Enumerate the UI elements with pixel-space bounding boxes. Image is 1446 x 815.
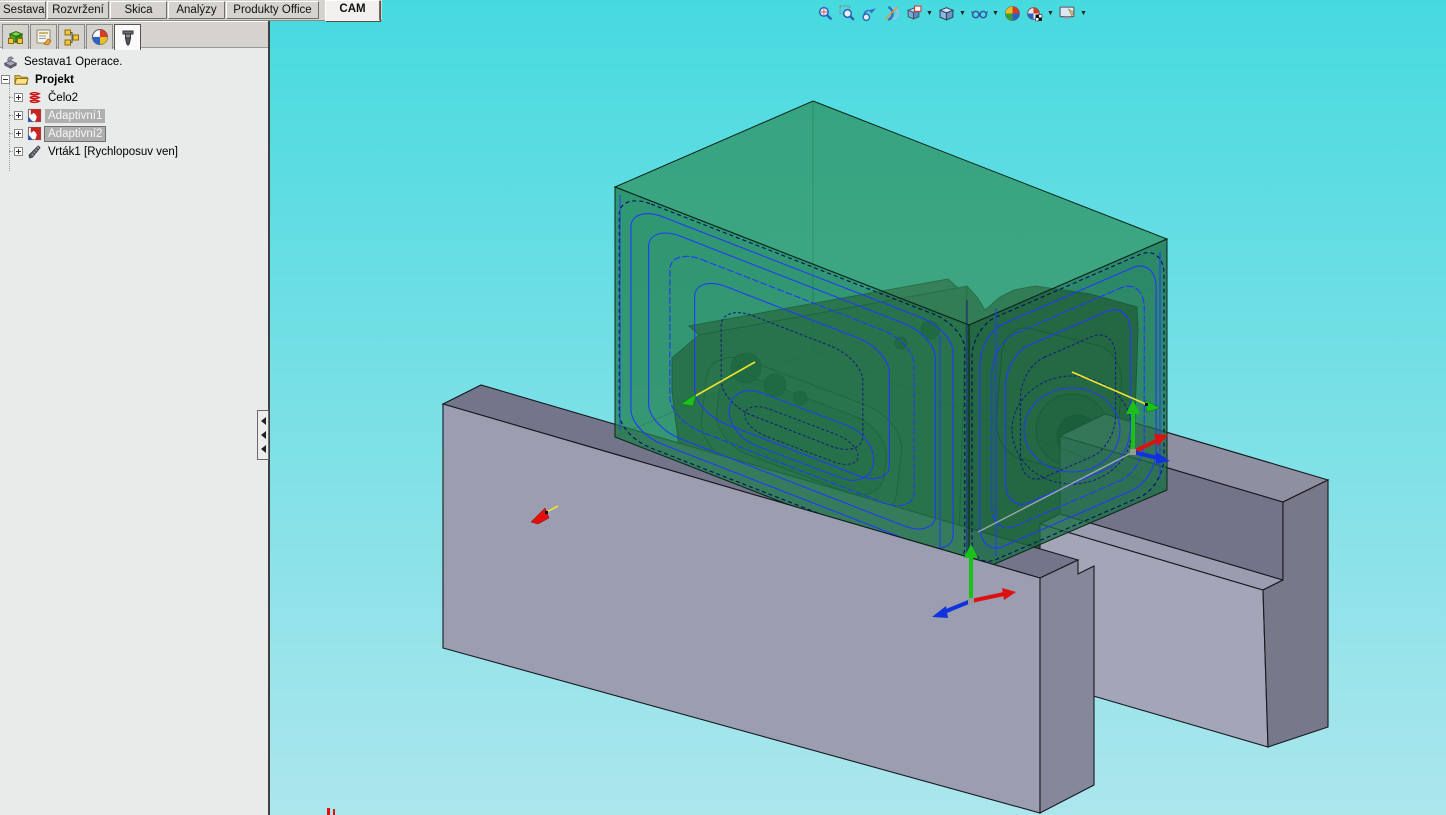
tree-item-label: Adaptivní2: [45, 127, 105, 141]
property-manager-icon: [35, 28, 53, 46]
panel-tab-cam-tree[interactable]: [114, 24, 141, 50]
tree-item-sestava1-operace[interactable]: Sestava1 Operace.: [3, 53, 125, 70]
tree-connector: [9, 97, 15, 98]
panel-tab-property-manager[interactable]: [30, 24, 57, 49]
hide-show-items-button[interactable]: [968, 3, 990, 23]
configuration-icon: [63, 28, 81, 46]
panel-tab-feature-tree[interactable]: [2, 24, 29, 49]
hide-show-items-icon: [971, 5, 988, 22]
zoom-area-button[interactable]: [836, 3, 858, 23]
dropdown-caret-icon[interactable]: ▼: [957, 3, 968, 23]
expand-box-icon[interactable]: [14, 147, 23, 156]
apply-scene-button[interactable]: [1001, 3, 1023, 23]
feature-tree-icon: [7, 28, 25, 46]
view-orientation-icon: [905, 5, 922, 22]
render-settings-icon: [1026, 5, 1043, 22]
cam-tree-icon: [119, 29, 137, 47]
tree-connector: [9, 151, 15, 152]
zoom-fit-icon: [817, 5, 834, 22]
previous-view-button[interactable]: [858, 3, 880, 23]
panel-tab-appearance-ball[interactable]: [86, 24, 113, 49]
command-tab-label: Analýzy: [176, 4, 216, 16]
command-tab-rozvržení[interactable]: Rozvržení: [47, 1, 109, 19]
dropdown-caret-icon[interactable]: ▼: [1078, 3, 1089, 23]
dropdown-caret-icon[interactable]: ▼: [1045, 3, 1056, 23]
feature-manager-panel: Sestava1 Operace. Projekt Čelo2 Adaptivní1 A…: [0, 21, 270, 815]
command-manager-tabs: Sestava Rozvržení Skica Analýzy Produkty Off…: [0, 0, 382, 21]
command-tab-label: Sestava: [3, 4, 45, 16]
collapse-box-icon[interactable]: [1, 75, 10, 84]
command-tab-cam[interactable]: CAM: [325, 0, 380, 21]
adaptive-operation-icon: [27, 108, 42, 123]
facing-operation-icon: [27, 90, 42, 105]
tree-item-label: Projekt: [32, 73, 77, 87]
section-view-button[interactable]: [880, 3, 902, 23]
expand-box-icon[interactable]: [14, 93, 23, 102]
command-tab-analýzy[interactable]: Analýzy: [168, 1, 225, 19]
appearance-button[interactable]: [1056, 3, 1078, 23]
project-folder-icon: [14, 72, 29, 87]
panel-collapse-handle[interactable]: [257, 410, 269, 460]
display-style-icon: [938, 5, 955, 22]
command-tab-produkty-office[interactable]: Produkty Office: [226, 1, 319, 19]
operation-root-icon: [3, 54, 18, 69]
collapse-arrow-icon: [261, 431, 266, 439]
appearance-icon: [1059, 5, 1076, 22]
collapse-arrow-icon: [261, 417, 266, 425]
tree-item-label: Vrták1 [Rychloposuv ven]: [45, 145, 181, 159]
command-tab-label: CAM: [339, 3, 365, 15]
feature-manager-tab-strip: [0, 21, 268, 48]
render-settings-button[interactable]: [1023, 3, 1045, 23]
dropdown-caret-icon[interactable]: ▼: [924, 3, 935, 23]
expand-box-icon[interactable]: [14, 111, 23, 120]
command-tab-label: Rozvržení: [52, 4, 104, 16]
tree-item-label: Sestava1 Operace.: [21, 55, 125, 69]
tree-connector: [9, 133, 15, 134]
application-window: { "command_tabs": { "active_index": 5, "…: [0, 0, 1446, 815]
section-view-icon: [883, 5, 900, 22]
expand-box-icon[interactable]: [14, 129, 23, 138]
tree-item-adaptivní1[interactable]: Adaptivní1: [14, 107, 105, 124]
tree-item-label: Čelo2: [45, 91, 81, 105]
panel-tab-configuration[interactable]: [58, 24, 85, 49]
tree-connector: [9, 81, 10, 171]
command-tab-label: Skica: [124, 4, 152, 16]
zoom-fit-button[interactable]: [814, 3, 836, 23]
view-orientation-button[interactable]: [902, 3, 924, 23]
tree-item-label: Adaptivní1: [45, 109, 105, 123]
collapse-arrow-icon: [261, 445, 266, 453]
view-toolbar: ▼ ▼ ▼ ▼ ▼: [814, 3, 1089, 23]
cam-operation-tree: Sestava1 Operace. Projekt Čelo2 Adaptivní1 A…: [0, 49, 266, 815]
tree-connector: [9, 115, 15, 116]
adaptive-operation-icon: [27, 126, 42, 141]
tree-item-adaptivní2[interactable]: Adaptivní2: [14, 125, 105, 142]
apply-scene-icon: [1004, 5, 1021, 22]
drill-operation-icon: [27, 144, 42, 159]
zoom-area-icon: [839, 5, 856, 22]
display-style-button[interactable]: [935, 3, 957, 23]
appearance-ball-icon: [91, 28, 109, 46]
tree-item-projekt[interactable]: Projekt: [1, 71, 77, 88]
command-tab-skica[interactable]: Skica: [110, 1, 167, 19]
previous-view-icon: [861, 5, 878, 22]
command-tab-sestava[interactable]: Sestava: [0, 1, 46, 19]
tree-item-vrták1-rychloposuv-ven[interactable]: Vrták1 [Rychloposuv ven]: [14, 143, 181, 160]
dropdown-caret-icon[interactable]: ▼: [990, 3, 1001, 23]
command-tab-label: Produkty Office: [233, 4, 311, 16]
tree-item-čelo2[interactable]: Čelo2: [14, 89, 81, 106]
